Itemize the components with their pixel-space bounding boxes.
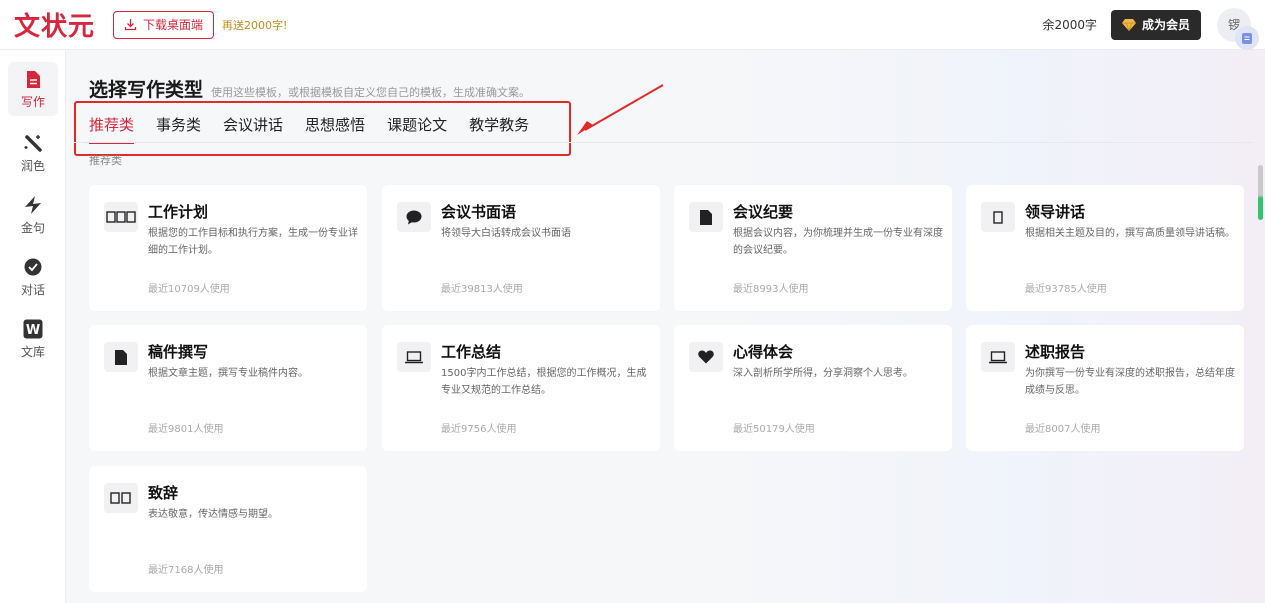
- card-description: 1500字内工作总结，根据您的工作概况，生成专业又规范的工作总结。: [441, 368, 647, 396]
- become-vip-button[interactable]: 成为会员: [1110, 9, 1201, 40]
- sidebar-item-label: 文库: [20, 345, 45, 359]
- w-library-icon: W: [23, 318, 43, 340]
- app-logo[interactable]: 文状元: [14, 6, 95, 43]
- section-label: 推荐类: [89, 154, 122, 167]
- template-card-work-plan[interactable]: 工作计划 根据您的工作目标和执行方案，生成一份专业详细的工作计划。 最近1070…: [89, 185, 367, 311]
- card-usage: 最近8993人使用: [733, 284, 809, 295]
- tab-thesis[interactable]: 课题论文: [387, 115, 447, 135]
- sidebar-item-library[interactable]: W 文库: [8, 312, 58, 366]
- heart-icon: [689, 342, 723, 372]
- download-desktop-button[interactable]: 下载桌面端: [113, 10, 215, 39]
- document-icon: [25, 68, 41, 90]
- scrollbar-thumb[interactable]: [1258, 165, 1263, 220]
- card-title: 领导讲话: [1025, 203, 1086, 221]
- card-title: 述职报告: [1025, 343, 1086, 361]
- download-label: 下载桌面端: [143, 18, 204, 32]
- card-description: 根据文章主题，撰写专业稿件内容。: [148, 368, 308, 379]
- template-card-manuscript[interactable]: 稿件撰写 根据文章主题，撰写专业稿件内容。 最近9801人使用: [89, 325, 367, 451]
- template-card-reflection[interactable]: 心得体会 深入剖析所学所得，分享洞察个人思考。 最近50179人使用: [674, 325, 952, 451]
- card-usage: 最近7168人使用: [148, 565, 224, 576]
- category-tabs: 推荐类 事务类 会议讲话 思想感悟 课题论文 教学教务: [89, 115, 551, 144]
- sidebar-item-label: 对话: [20, 283, 45, 297]
- sidebar-item-writing[interactable]: 写作: [8, 62, 58, 116]
- sidebar-item-quotes[interactable]: 金句: [8, 188, 58, 242]
- card-usage: 最近93785人使用: [1025, 284, 1107, 295]
- download-icon: [124, 19, 137, 31]
- sidebar-item-chat[interactable]: 对话: [8, 250, 58, 304]
- sidebar: 写作 润色 金句 对话 W 文库: [0, 50, 66, 603]
- sidebar-item-label: 金句: [20, 221, 45, 235]
- tab-reflections[interactable]: 思想感悟: [305, 115, 365, 135]
- laptop-icon: [397, 342, 431, 372]
- svg-text:W: W: [26, 323, 40, 338]
- template-card-leader-speech[interactable]: 领导讲话 根据相关主题及目的，撰写高质量领导讲话稿。 最近93785人使用: [966, 185, 1244, 311]
- file-icon: [104, 342, 138, 372]
- annotation-arrow-icon: [577, 84, 664, 135]
- three-boxes-icon: [104, 202, 138, 232]
- template-card-work-report[interactable]: 述职报告 为你撰写一份专业有深度的述职报告，总结年度成绩与反思。 最近8007人…: [966, 325, 1244, 451]
- template-card-address[interactable]: 致辞 表达敬意，传达情感与期望。 最近7168人使用: [89, 466, 367, 592]
- tab-meeting-speech[interactable]: 会议讲话: [223, 115, 283, 135]
- tab-recommended[interactable]: 推荐类: [89, 115, 135, 144]
- card-description: 将领导大白话转成会议书面语: [441, 228, 571, 239]
- laptop-icon: [981, 342, 1015, 372]
- main-content: 选择写作类型 使用这些模板，或根据模板自定义您自己的模板，生成准确文案。 推荐类…: [66, 50, 1265, 603]
- card-description: 表达敬意，传达情感与期望。: [148, 509, 278, 520]
- speech-bubble-icon: [397, 202, 431, 232]
- vip-label: 成为会员: [1141, 18, 1190, 32]
- card-title: 稿件撰写: [148, 343, 209, 361]
- tab-teaching[interactable]: 教学教务: [469, 115, 529, 135]
- card-description: 根据相关主题及目的，撰写高质量领导讲话稿。: [1025, 228, 1235, 239]
- card-usage: 最近9756人使用: [441, 424, 517, 435]
- template-card-meeting-minutes[interactable]: 会议纪要 根据会议内容，为你梳理并生成一份专业有深度的会议纪要。 最近8993人…: [674, 185, 952, 311]
- card-description: 根据会议内容，为你梳理并生成一份专业有深度的会议纪要。: [733, 228, 943, 256]
- card-description: 根据您的工作目标和执行方案，生成一份专业详细的工作计划。: [148, 228, 358, 256]
- diamond-icon: [1121, 18, 1136, 31]
- card-title: 工作计划: [148, 203, 209, 221]
- card-usage: 最近50179人使用: [733, 424, 815, 435]
- card-title: 心得体会: [733, 343, 794, 361]
- card-title: 会议纪要: [733, 203, 794, 221]
- card-title: 工作总结: [441, 343, 502, 361]
- promo-text: 再送2000字!: [222, 18, 288, 32]
- top-bar: 文状元 下载桌面端 再送2000字! 余2000字 成为会员 锣: [0, 0, 1265, 50]
- card-description: 深入剖析所学所得，分享洞察个人思考。: [733, 368, 913, 379]
- page-title: 选择写作类型: [89, 79, 204, 101]
- template-card-work-summary[interactable]: 工作总结 1500字内工作总结，根据您的工作概况，生成专业又规范的工作总结。 最…: [382, 325, 660, 451]
- two-boxes-icon: [104, 483, 138, 513]
- page-subtitle: 使用这些模板，或根据模板自定义您自己的模板，生成准确文案。: [211, 86, 531, 99]
- chat-bubble-icon: [23, 256, 43, 278]
- tab-affairs[interactable]: 事务类: [156, 115, 201, 135]
- card-title: 会议书面语: [441, 203, 517, 221]
- card-usage: 最近10709人使用: [148, 284, 230, 295]
- remaining-words: 余2000字: [1042, 18, 1097, 32]
- doc-badge-icon: [1235, 25, 1259, 50]
- star-sparkle-icon: [23, 194, 43, 216]
- sidebar-item-label: 写作: [20, 95, 45, 109]
- file-icon: [689, 202, 723, 232]
- tabs-divider: [74, 142, 1254, 143]
- card-title: 致辞: [148, 484, 179, 502]
- single-box-icon: [981, 202, 1015, 232]
- card-description: 为你撰写一份专业有深度的述职报告，总结年度成绩与反思。: [1025, 368, 1235, 396]
- avatar[interactable]: 锣: [1217, 7, 1259, 50]
- card-usage: 最近8007人使用: [1025, 424, 1101, 435]
- magic-wand-icon: [23, 132, 43, 154]
- card-usage: 最近39813人使用: [441, 284, 523, 295]
- template-card-meeting-language[interactable]: 会议书面语 将领导大白话转成会议书面语 最近39813人使用: [382, 185, 660, 311]
- sidebar-item-polish[interactable]: 润色: [8, 126, 58, 180]
- sidebar-item-label: 润色: [20, 159, 45, 173]
- card-usage: 最近9801人使用: [148, 424, 224, 435]
